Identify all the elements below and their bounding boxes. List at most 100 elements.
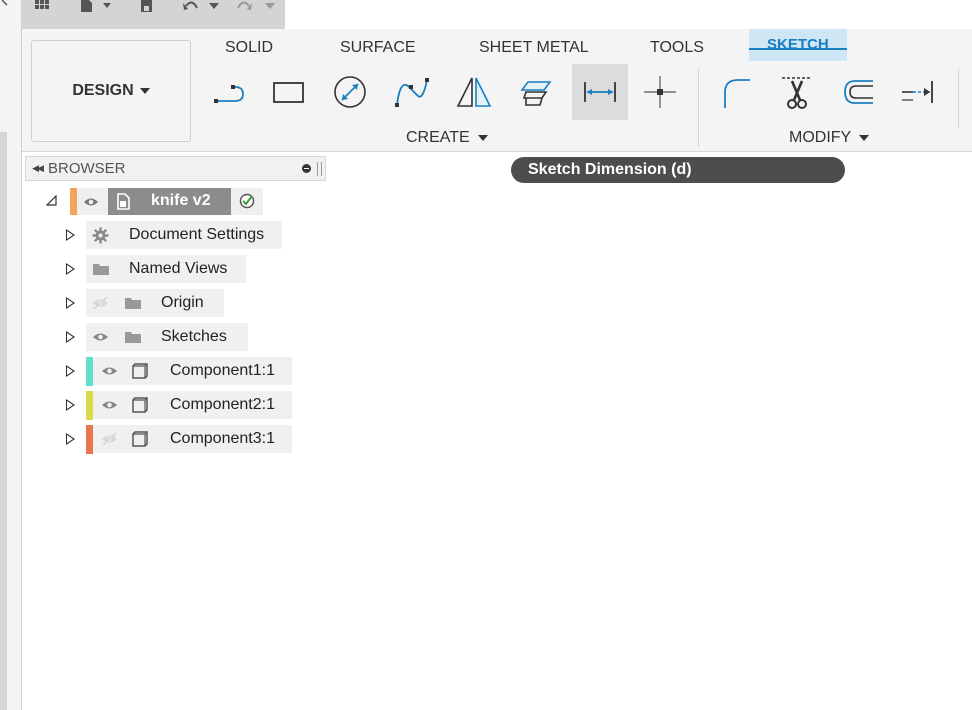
eye-hidden-icon[interactable] — [101, 432, 118, 446]
sketch-dimension-icon — [584, 82, 616, 102]
browser-item-component1[interactable]: Component1:1 — [0, 357, 300, 386]
caret-down-icon — [139, 88, 150, 94]
trim-tool-button[interactable] — [768, 64, 824, 120]
expand-triangle-icon[interactable] — [66, 331, 75, 343]
undo-icon[interactable] — [182, 0, 226, 14]
group-divider — [698, 69, 699, 147]
collapse-triangle-icon[interactable] — [46, 195, 57, 206]
browser-item-component3[interactable]: Component3:1 — [0, 425, 300, 454]
eye-hidden-icon[interactable] — [92, 296, 109, 310]
chevron-icon — [1, 0, 8, 6]
collapse-panel-icon[interactable]: ◀◀ — [26, 163, 48, 174]
grid-icon[interactable] — [34, 0, 50, 14]
browser-item-label: Sketches — [161, 328, 227, 345]
expand-triangle-icon[interactable] — [66, 365, 75, 377]
browser-item-origin[interactable]: Origin — [0, 289, 300, 317]
tab-sketch[interactable]: SKETCH — [749, 29, 847, 61]
expand-triangle-icon[interactable] — [66, 433, 75, 445]
tab-solid[interactable]: SOLID — [225, 39, 273, 57]
sketch-dimension-tool-button[interactable] — [572, 64, 628, 120]
folder-icon — [93, 264, 109, 275]
tab-sheet-metal[interactable]: SHEET METAL — [479, 39, 589, 57]
folder-icon — [125, 298, 141, 309]
eye-icon[interactable] — [101, 364, 118, 378]
browser-item-label: Component2:1 — [170, 396, 275, 413]
expand-triangle-icon[interactable] — [66, 399, 75, 411]
create-label: CREATE — [406, 129, 470, 146]
expand-triangle-icon[interactable] — [66, 297, 75, 309]
left-scrollbar[interactable] — [0, 0, 22, 710]
save-icon[interactable] — [140, 0, 154, 14]
component-icon — [132, 363, 148, 379]
expand-triangle-icon[interactable] — [66, 263, 75, 275]
spline-tool-button[interactable] — [384, 64, 440, 120]
component-icon — [132, 397, 148, 413]
browser-item-label: Component1:1 — [170, 362, 275, 379]
eye-icon[interactable] — [92, 330, 109, 344]
browser-item-label: Origin — [161, 294, 204, 311]
redo-icon[interactable] — [236, 0, 280, 14]
gear-icon — [92, 227, 109, 244]
caret-down-icon — [859, 135, 870, 141]
browser-item-named-views[interactable]: Named Views — [0, 255, 300, 283]
tab-sketch-label: SKETCH — [767, 36, 829, 53]
quick-access-toolbar — [22, 0, 285, 29]
resize-grip-icon[interactable] — [317, 161, 322, 176]
mirror-icon — [456, 77, 492, 107]
extend-tool-button[interactable] — [891, 64, 947, 120]
eye-icon[interactable] — [83, 195, 99, 209]
file-icon[interactable] — [79, 0, 117, 14]
component-color-swatch — [86, 357, 93, 386]
project-icon — [520, 81, 552, 106]
rectangle-icon — [273, 82, 304, 103]
caret-down-icon — [477, 135, 488, 141]
browser-item-component2[interactable]: Component2:1 — [0, 391, 300, 420]
active-checkmark-icon[interactable] — [239, 193, 255, 209]
point-tool-button[interactable] — [632, 64, 688, 120]
spline-icon — [395, 78, 429, 107]
component-color-swatch — [86, 391, 93, 420]
fillet-tool-button[interactable] — [706, 64, 762, 120]
mirror-tool-button[interactable] — [446, 64, 502, 120]
create-dropdown[interactable]: CREATE — [406, 129, 488, 147]
browser-item-sketches[interactable]: Sketches — [0, 323, 300, 351]
point-icon — [644, 76, 676, 108]
root-node-name: knife v2 — [151, 192, 211, 209]
toolbar-ribbon: DESIGN SOLID SURFACE SHEET METAL TOOLS S… — [22, 29, 972, 152]
scrollbar-thumb[interactable] — [0, 132, 7, 710]
component-icon — [132, 431, 148, 447]
modify-label: MODIFY — [789, 129, 852, 146]
tab-tools[interactable]: TOOLS — [650, 39, 704, 57]
document-icon — [117, 193, 130, 210]
browser-panel-header[interactable]: ◀◀ BROWSER — [25, 156, 326, 181]
circle-tool-button[interactable] — [322, 64, 378, 120]
rectangle-tool-button[interactable] — [260, 64, 316, 120]
fillet-icon — [724, 79, 750, 108]
workspace-switcher-button[interactable]: DESIGN — [31, 40, 191, 142]
root-color-swatch — [70, 188, 77, 215]
browser-item-label: Document Settings — [129, 226, 265, 243]
extend-icon — [902, 81, 933, 103]
offset-tool-button[interactable] — [829, 64, 885, 120]
active-tab-underline — [749, 48, 847, 50]
tab-surface[interactable]: SURFACE — [340, 39, 416, 57]
line-icon — [214, 85, 244, 103]
expand-triangle-icon[interactable] — [66, 229, 75, 241]
group-divider — [958, 69, 959, 129]
component-color-swatch — [86, 425, 93, 454]
circle-icon — [334, 76, 366, 108]
minimize-icon[interactable] — [302, 164, 311, 173]
line-tool-button[interactable] — [199, 64, 255, 120]
project-tool-button[interactable] — [508, 64, 564, 120]
modify-dropdown[interactable]: MODIFY — [789, 129, 870, 147]
browser-item-label: Named Views — [129, 260, 228, 277]
folder-icon — [125, 332, 141, 343]
browser-root-node[interactable]: knife v2 — [77, 188, 263, 215]
workspace-label: DESIGN — [72, 82, 134, 99]
eye-icon[interactable] — [101, 398, 118, 412]
offset-icon — [844, 80, 873, 104]
trim-icon — [782, 77, 812, 109]
browser-item-document-settings[interactable]: Document Settings — [0, 221, 300, 249]
browser-item-label: Component3:1 — [170, 430, 275, 447]
tool-tooltip: Sketch Dimension (d) — [511, 157, 845, 183]
